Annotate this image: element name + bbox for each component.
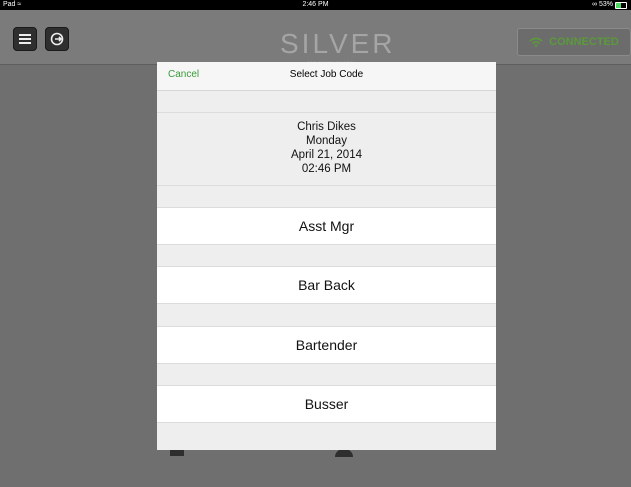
connection-status-button[interactable]: CONNECTED bbox=[517, 28, 631, 56]
job-code-label: Bar Back bbox=[298, 277, 355, 293]
employee-info: Chris Dikes Monday April 21, 2014 02:46 … bbox=[157, 112, 496, 186]
bluetooth-icon: ∞ bbox=[591, 1, 597, 8]
status-bar: Pad ≈ 2:46 PM ∞ 53% bbox=[0, 0, 631, 10]
wifi-icon bbox=[529, 37, 543, 47]
employee-name: Chris Dikes bbox=[297, 121, 356, 133]
select-job-code-dialog: Cancel Select Job Code Chris Dikes Monda… bbox=[157, 62, 496, 450]
job-code-option-busser[interactable]: Busser bbox=[157, 385, 496, 423]
status-battery: ∞ 53% bbox=[592, 0, 627, 10]
battery-icon bbox=[615, 1, 627, 9]
connection-status-label: CONNECTED bbox=[549, 36, 619, 48]
app-header: SILVER FOR RESTAURANTS CONNECTED bbox=[0, 10, 631, 65]
employee-time: 02:46 PM bbox=[301, 163, 352, 175]
job-code-option-asst-mgr[interactable]: Asst Mgr bbox=[157, 207, 496, 245]
menu-button[interactable] bbox=[13, 27, 37, 51]
job-code-label: Bartender bbox=[295, 337, 358, 353]
hamburger-icon bbox=[19, 34, 31, 44]
employee-day: Monday bbox=[306, 135, 347, 147]
job-code-label: Busser bbox=[304, 396, 349, 412]
job-code-option-bar-back[interactable]: Bar Back bbox=[157, 266, 496, 304]
app-logo: SILVER bbox=[280, 28, 396, 59]
job-code-option-bartender[interactable]: Bartender bbox=[157, 326, 496, 364]
status-time: 2:46 PM bbox=[302, 1, 329, 8]
job-code-label: Asst Mgr bbox=[298, 218, 355, 234]
employee-date: April 21, 2014 bbox=[291, 149, 362, 161]
logout-icon bbox=[50, 32, 64, 46]
dialog-title: Select Job Code bbox=[289, 69, 364, 80]
battery-percent: 53% bbox=[598, 1, 613, 8]
logout-button[interactable] bbox=[45, 27, 69, 51]
dialog-header: Cancel Select Job Code bbox=[157, 62, 496, 91]
background-icon bbox=[335, 449, 353, 457]
